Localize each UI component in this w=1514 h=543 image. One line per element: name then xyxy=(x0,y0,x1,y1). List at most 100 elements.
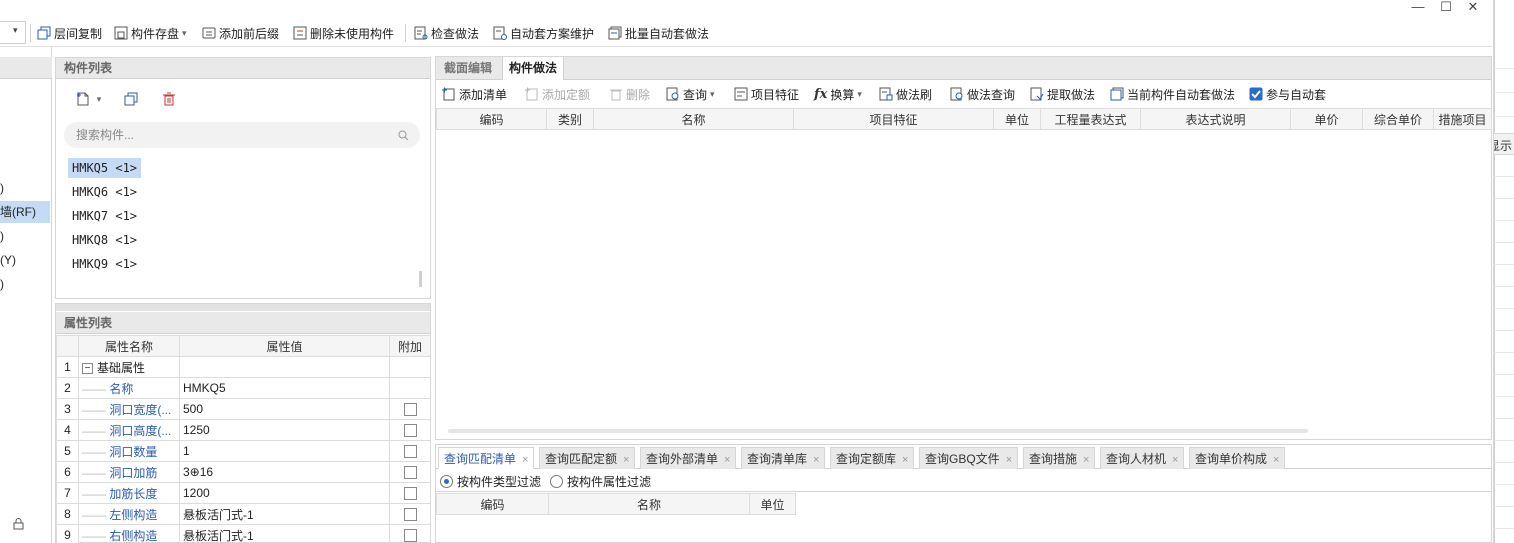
column-header[interactable]: 单位 xyxy=(749,493,796,515)
extra-checkbox[interactable] xyxy=(403,528,417,542)
new-component-button[interactable]: ▾ xyxy=(66,88,110,110)
table-row[interactable]: 9 —— 右侧构造 悬板活门式-1 xyxy=(56,524,431,543)
component-item-selected[interactable]: HMKQ5 <1> xyxy=(68,158,142,178)
table-row[interactable]: 5 —— 洞口数量 1 xyxy=(56,440,431,462)
tab-query-quota-library[interactable]: 查询定额库 × xyxy=(830,447,915,469)
table-row[interactable]: 1 − 基础属性 xyxy=(56,356,431,378)
project-feature-button[interactable]: 项目特征 xyxy=(734,84,799,104)
tree-item[interactable]: ) xyxy=(0,225,4,247)
component-item[interactable]: HMKQ7 <1> xyxy=(68,206,141,226)
property-value[interactable]: 1200 xyxy=(179,482,390,504)
table-row[interactable]: 4 —— 洞口高度(... 1250 xyxy=(56,419,431,441)
property-value[interactable]: 500 xyxy=(179,398,390,420)
tab-query-measures[interactable]: 查询措施 × xyxy=(1023,447,1096,469)
query-button[interactable]: 查询 ▾ xyxy=(666,84,715,104)
copy-component-button[interactable] xyxy=(118,88,144,110)
scrollbar-thumb[interactable] xyxy=(419,271,422,287)
close-icon[interactable]: × xyxy=(724,454,730,466)
property-value[interactable]: 3⊕16 xyxy=(179,461,390,483)
display-button[interactable]: 显示 xyxy=(1494,133,1514,155)
tab-query-matching-list[interactable]: 查询匹配清单 × xyxy=(438,447,535,469)
tab-query-materials[interactable]: 查询人材机 × xyxy=(1100,447,1185,469)
participate-auto-checkbox[interactable]: 参与自动套 xyxy=(1249,84,1326,104)
extra-checkbox[interactable] xyxy=(403,507,417,521)
delete-unused-button[interactable]: 删除未使用构件 xyxy=(293,21,394,45)
add-affix-button[interactable]: 添加前后缀 xyxy=(202,21,279,45)
column-header[interactable]: 类别 xyxy=(546,108,594,130)
horizontal-scrollbar[interactable] xyxy=(448,429,1308,433)
auto-scheme-button[interactable]: 自动套方案维护 xyxy=(493,21,594,45)
tab-query-unit-price[interactable]: 查询单价构成 × xyxy=(1189,447,1286,469)
column-header[interactable]: 综合单价 xyxy=(1362,108,1434,130)
component-item[interactable]: HMKQ9 <1> xyxy=(68,254,141,274)
property-value[interactable]: 悬板活门式-1 xyxy=(179,524,390,543)
close-icon[interactable]: × xyxy=(1083,454,1089,466)
column-header[interactable]: 编码 xyxy=(436,108,547,130)
property-value[interactable]: HMKQ5 xyxy=(179,377,390,399)
check-method-button[interactable]: 检查做法 xyxy=(414,21,479,45)
tree-item-selected[interactable]: 墙(RF) xyxy=(0,201,50,223)
search-input[interactable]: 搜索构件... xyxy=(64,122,420,148)
tree-item[interactable]: ) xyxy=(0,177,4,199)
lock-icon[interactable] xyxy=(13,518,24,530)
extract-method-button[interactable]: 提取做法 xyxy=(1030,84,1095,104)
component-item[interactable]: HMKQ8 <1> xyxy=(68,230,141,250)
tab-component-method[interactable]: 构件做法 xyxy=(502,57,565,80)
column-header[interactable]: 编码 xyxy=(436,493,549,515)
tree-item[interactable]: (Y) xyxy=(0,249,16,271)
close-icon[interactable]: × xyxy=(522,454,528,466)
method-brush-button[interactable]: 做法刷 xyxy=(879,84,932,104)
copy-floors-button[interactable]: 层间复制 xyxy=(37,21,102,45)
method-query-button[interactable]: 做法查询 xyxy=(950,84,1015,104)
floor-combo[interactable]: ▾ xyxy=(0,21,26,44)
close-icon[interactable]: × xyxy=(1006,454,1012,466)
add-list-button[interactable]: 添加清单 xyxy=(442,84,507,104)
close-icon[interactable]: × xyxy=(1172,454,1178,466)
component-item[interactable]: HMKQ6 <1> xyxy=(68,182,141,202)
filter-by-type-radio[interactable]: 按构件类型过滤 xyxy=(440,473,541,490)
batch-auto-button[interactable]: 批量自动套做法 xyxy=(608,21,709,45)
auto-apply-button[interactable]: 当前构件自动套做法 xyxy=(1110,84,1235,104)
save-component-button[interactable]: 构件存盘 ▾ xyxy=(114,21,187,45)
extra-checkbox[interactable] xyxy=(403,465,417,479)
tab-query-matching-quota[interactable]: 查询匹配定额 × xyxy=(539,447,636,469)
tab-query-gbq-file[interactable]: 查询GBQ文件 × xyxy=(919,447,1019,469)
minimize-button[interactable]: — xyxy=(1408,0,1428,16)
property-value[interactable]: 1250 xyxy=(179,419,390,441)
add-quota-button[interactable]: 添加定额 xyxy=(525,84,590,104)
column-header[interactable]: 单价 xyxy=(1290,108,1363,130)
close-button[interactable]: ✕ xyxy=(1463,0,1483,16)
tab-section-edit[interactable]: 截面编辑 xyxy=(438,57,498,80)
table-row[interactable]: 7 —— 加筋长度 1200 xyxy=(56,482,431,504)
extra-checkbox[interactable] xyxy=(403,486,417,500)
filter-by-attribute-radio[interactable]: 按构件属性过滤 xyxy=(550,473,651,490)
table-row[interactable]: 8 —— 左侧构造 悬板活门式-1 xyxy=(56,503,431,525)
close-icon[interactable]: × xyxy=(813,454,819,466)
table-row[interactable]: 3 —— 洞口宽度(... 500 xyxy=(56,398,431,420)
extra-checkbox[interactable] xyxy=(403,423,417,437)
extra-checkbox[interactable] xyxy=(403,402,417,416)
close-icon[interactable]: × xyxy=(902,454,908,466)
collapse-icon[interactable]: − xyxy=(82,362,93,374)
maximize-button[interactable]: ☐ xyxy=(1436,0,1456,16)
property-value[interactable] xyxy=(179,356,390,378)
property-value[interactable]: 悬板活门式-1 xyxy=(179,503,390,525)
tree-item[interactable]: ) xyxy=(0,273,4,295)
column-header[interactable]: 项目特征 xyxy=(793,108,994,130)
column-header[interactable]: 名称 xyxy=(593,108,794,130)
property-value[interactable]: 1 xyxy=(179,440,390,462)
tab-query-external-list[interactable]: 查询外部清单 × xyxy=(640,447,737,469)
table-row[interactable]: 6 —— 洞口加筋 3⊕16 xyxy=(56,461,431,483)
column-header[interactable]: 单位 xyxy=(993,108,1041,130)
column-header[interactable]: 名称 xyxy=(548,493,750,515)
tab-query-list-library[interactable]: 查询清单库 × xyxy=(741,447,826,469)
delete-button[interactable]: 删除 xyxy=(609,84,650,104)
delete-component-button[interactable] xyxy=(156,88,182,110)
close-icon[interactable]: × xyxy=(1273,454,1279,466)
table-row[interactable]: 2 —— 名称 HMKQ5 xyxy=(56,377,431,399)
close-icon[interactable]: × xyxy=(623,454,629,466)
extra-checkbox[interactable] xyxy=(403,444,417,458)
column-header[interactable]: 表达式说明 xyxy=(1140,108,1291,130)
column-header[interactable]: 工程量表达式 xyxy=(1040,108,1141,130)
conversion-button[interactable]: fx 换算 ▾ xyxy=(814,84,862,104)
